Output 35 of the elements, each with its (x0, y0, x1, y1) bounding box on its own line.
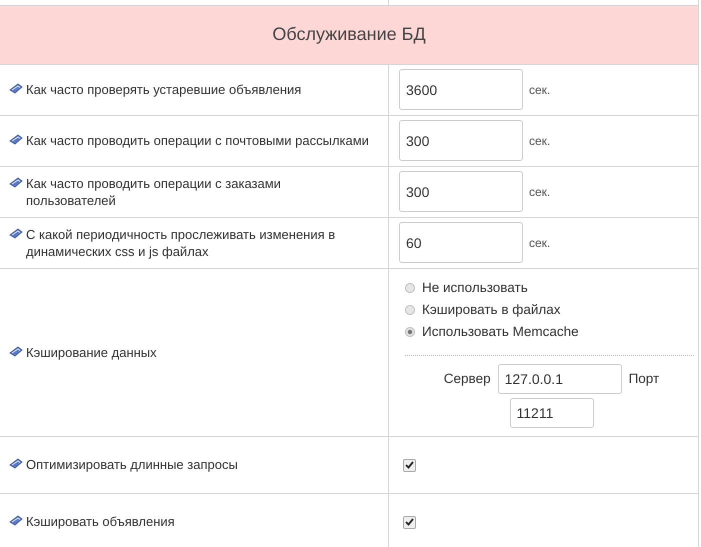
checkbox[interactable] (403, 458, 416, 472)
radio-button[interactable] (405, 304, 415, 314)
port-field[interactable]: 11211 (510, 398, 594, 428)
radio-button[interactable] (405, 326, 415, 336)
section-title: Обслуживание БД (272, 24, 426, 44)
setting-label: Кэшировать объявления (26, 513, 175, 530)
port-label: Порт (628, 371, 660, 386)
number-field[interactable]: 60 (399, 222, 523, 263)
radio-option[interactable]: Использовать Memcache (405, 320, 579, 342)
unit-label: сек. (529, 82, 550, 96)
edit-icon (9, 228, 23, 238)
checkbox[interactable] (403, 516, 416, 528)
edit-icon (9, 458, 23, 469)
setting-label: Как часто проводить операции с заказами пользователей (26, 174, 282, 208)
number-field[interactable]: 300 (399, 171, 523, 212)
edit-icon (9, 346, 23, 356)
edit-icon (9, 83, 23, 94)
setting-label: С какой периодичность прослеживать изменения в динамических css и js файлах (26, 226, 336, 260)
edit-icon (9, 134, 23, 145)
setting-label: Кэширование данных (26, 344, 157, 360)
setting-label: Как часто проводить операции с почтовыми рассылками (26, 132, 369, 149)
number-field[interactable]: 3600 (399, 69, 523, 110)
radio-button[interactable] (405, 282, 415, 292)
edit-icon (9, 176, 23, 188)
radio-option[interactable]: Кэшировать в файлах (405, 298, 561, 320)
unit-label: сек. (529, 184, 550, 198)
radio-option[interactable]: Не использовать (405, 276, 528, 298)
server-label: Сервер (444, 371, 491, 386)
unit-label: сек. (529, 134, 550, 148)
setting-label: Оптимизировать длинные запросы (26, 456, 238, 473)
setting-label: Как часто проверять устаревшие объявления (26, 81, 302, 98)
edit-icon (9, 515, 23, 526)
number-field[interactable]: 300 (399, 120, 523, 161)
unit-label: сек. (529, 236, 550, 250)
server-field[interactable]: 127.0.0.1 (498, 364, 622, 394)
